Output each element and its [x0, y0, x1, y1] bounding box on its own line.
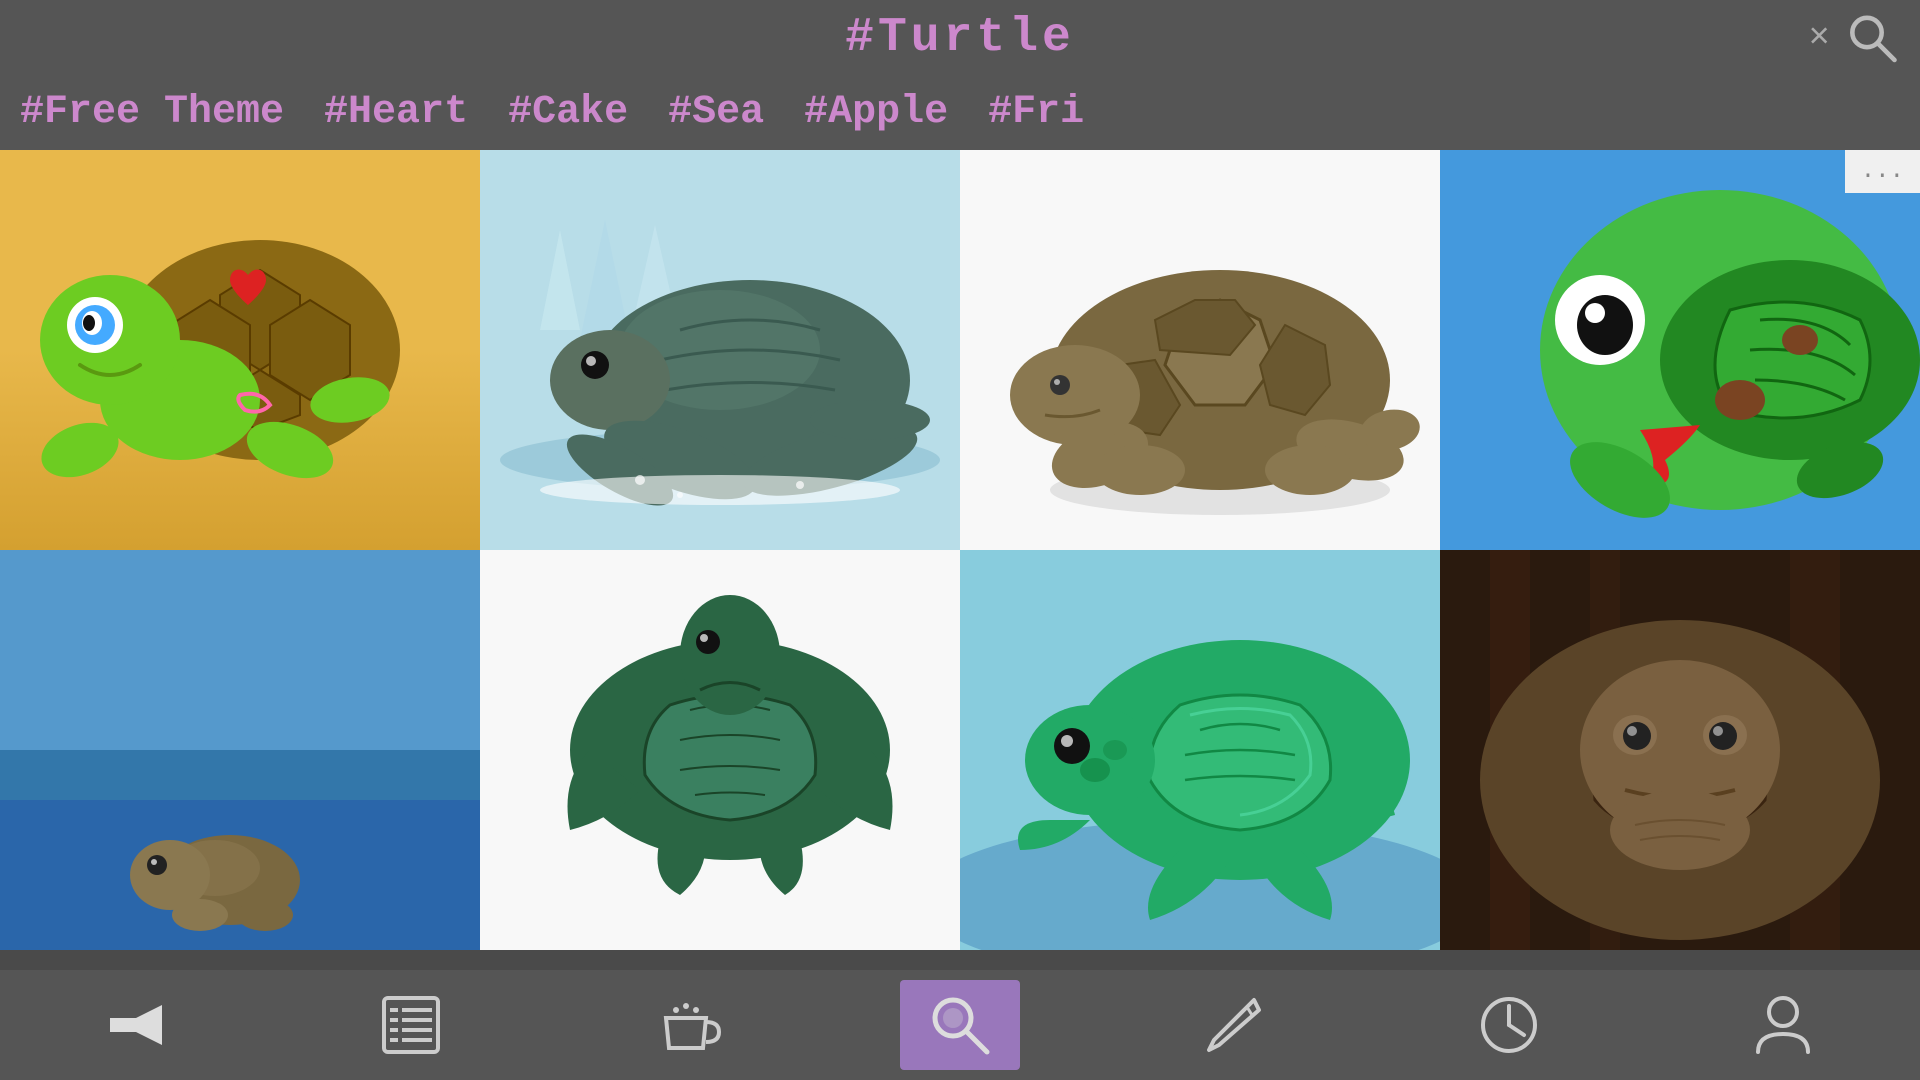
- back-button[interactable]: [77, 980, 197, 1070]
- grid-cell-7[interactable]: [960, 550, 1440, 950]
- tags-row: #Free Theme #Heart #Cake #Sea #Apple #Fr…: [0, 75, 1920, 150]
- more-button[interactable]: ...: [1845, 150, 1920, 193]
- image-grid: [0, 150, 1920, 950]
- tag-free-theme[interactable]: #Free Theme: [20, 90, 284, 135]
- header: #Turtle ×: [0, 0, 1920, 75]
- tag-sea[interactable]: #Sea: [668, 90, 764, 135]
- clock-button[interactable]: [1449, 980, 1569, 1070]
- grid-cell-6[interactable]: [480, 550, 960, 950]
- profile-button[interactable]: [1723, 980, 1843, 1070]
- tag-apple[interactable]: #Apple: [804, 90, 948, 135]
- tag-heart[interactable]: #Heart: [324, 90, 468, 135]
- grid-cell-8[interactable]: [1440, 550, 1920, 950]
- search-button-top[interactable]: [1845, 10, 1900, 65]
- tag-cake[interactable]: #Cake: [508, 90, 628, 135]
- grid-cell-3[interactable]: [960, 150, 1440, 550]
- grid-cell-5[interactable]: [0, 550, 480, 950]
- tag-fri[interactable]: #Fri: [988, 90, 1084, 135]
- grid-cell-4[interactable]: [1440, 150, 1920, 550]
- grid-cell-1[interactable]: [0, 150, 480, 550]
- close-button[interactable]: ×: [1808, 17, 1830, 58]
- bottom-navbar: [0, 970, 1920, 1080]
- search-button-nav[interactable]: [900, 980, 1020, 1070]
- grid-cell-2[interactable]: [480, 150, 960, 550]
- pen-button[interactable]: [1174, 980, 1294, 1070]
- sticker-button[interactable]: [351, 980, 471, 1070]
- page-title: #Turtle: [845, 11, 1075, 65]
- coffee-button[interactable]: [626, 980, 746, 1070]
